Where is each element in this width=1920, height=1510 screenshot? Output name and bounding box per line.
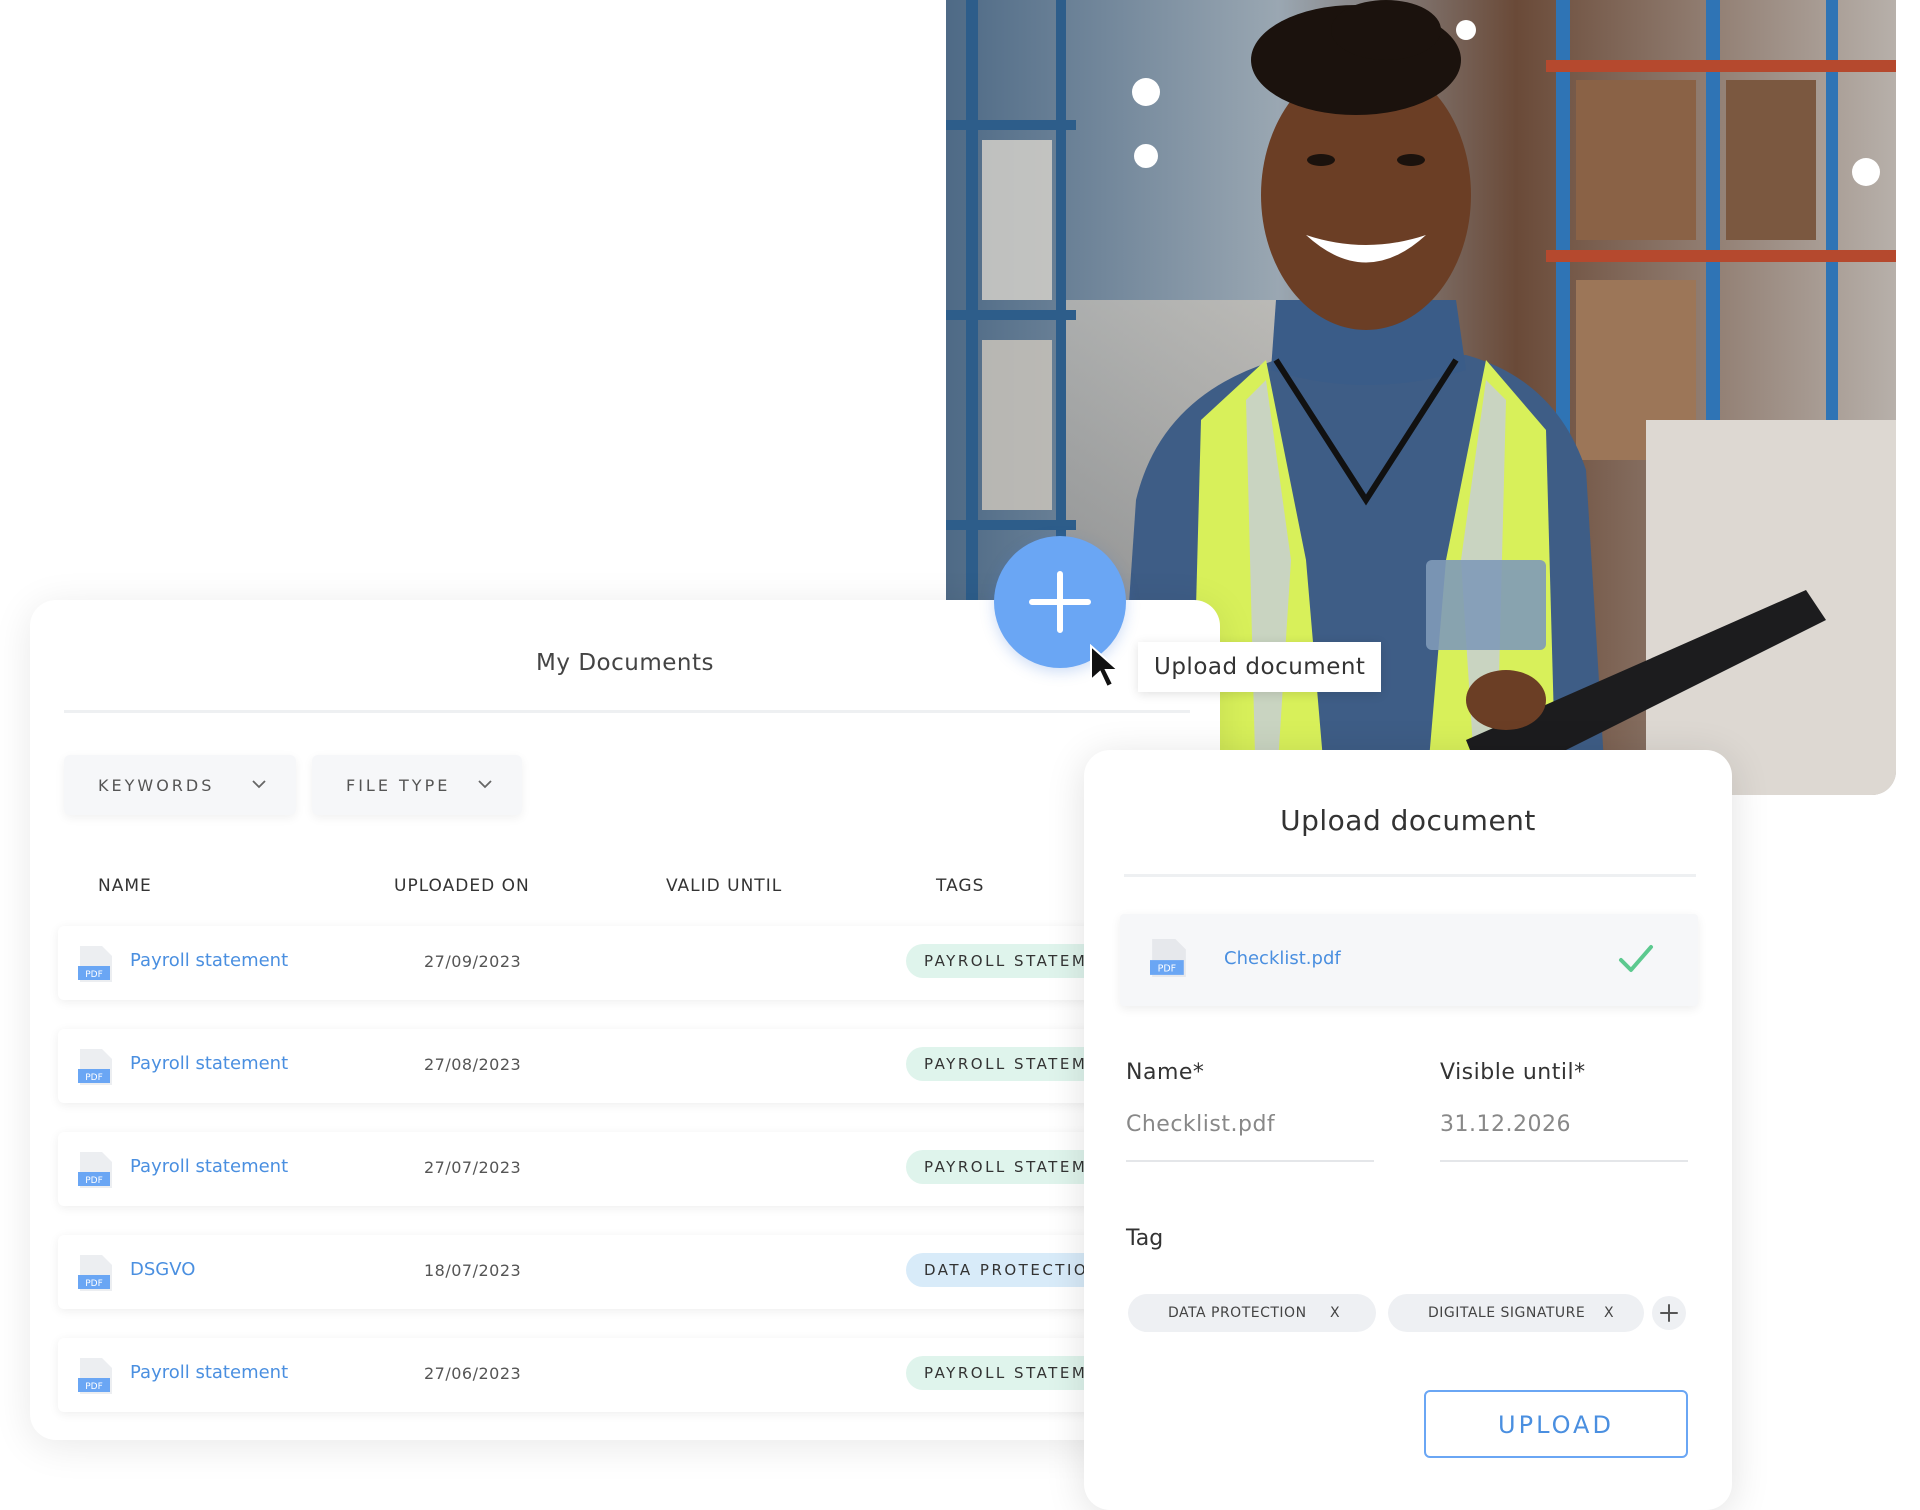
name-field-label: Name* [1126, 1060, 1205, 1085]
uploaded-date: 27/09/2023 [424, 952, 522, 971]
upload-document-dialog: Upload document PDF Checklist.pdf Name* … [1084, 750, 1732, 1510]
pdf-badge-text: PDF [85, 1073, 103, 1083]
pdf-file-icon: PDF [78, 1358, 112, 1394]
document-name-link[interactable]: Payroll statement [130, 1053, 288, 1074]
pdf-file-icon: PDF [1150, 939, 1186, 977]
tag-chip-label: DIGITALE SIGNATURE [1428, 1305, 1586, 1321]
table-row[interactable]: PDF Payroll statement 27/06/2023 PAYROLL… [58, 1338, 1131, 1412]
pdf-file-icon: PDF [78, 1255, 112, 1291]
upload-button[interactable]: UPLOAD [1424, 1390, 1688, 1458]
column-header-uploaded-on[interactable]: UPLOADED ON [394, 876, 530, 896]
uploaded-date: 27/08/2023 [424, 1055, 522, 1074]
tag-chip-digitale-signature: DIGITALE SIGNATURE X [1388, 1294, 1644, 1332]
file-type-filter-dropdown[interactable]: FILE TYPE [312, 755, 522, 815]
uploaded-date: 18/07/2023 [424, 1261, 522, 1280]
table-row[interactable]: PDF DSGVO 18/07/2023 DATA PROTECTION [58, 1235, 1120, 1309]
pdf-file-icon: PDF [78, 1049, 112, 1085]
tag-chip-data-protection: DATA PROTECTION X [1128, 1294, 1376, 1332]
checkmark-icon [1619, 945, 1653, 972]
tag-chip-label: DATA PROTECTION [1168, 1305, 1307, 1321]
table-row[interactable]: PDF Payroll statement 27/08/2023 PAYROLL… [58, 1029, 1131, 1103]
uploaded-date: 27/07/2023 [424, 1158, 522, 1177]
upload-document-tooltip: Upload document [1138, 642, 1382, 692]
pdf-badge-text: PDF [85, 1176, 103, 1186]
table-row[interactable]: PDF Payroll statement 27/07/2023 PAYROLL… [58, 1132, 1131, 1206]
chevron-down-icon [478, 780, 492, 789]
upload-divider [1124, 874, 1696, 877]
uploaded-file-name[interactable]: Checklist.pdf [1224, 948, 1341, 969]
table-row[interactable]: PDF Payroll statement 27/09/2023 PAYROLL… [58, 926, 1131, 1000]
visible-until-field[interactable]: 31.12.2026 [1440, 1112, 1571, 1137]
plus-icon [1029, 571, 1091, 633]
document-name-link[interactable]: Payroll statement [130, 950, 288, 971]
tag-field-label: Tag [1126, 1226, 1164, 1251]
keywords-filter-label: KEYWORDS [98, 775, 215, 795]
pdf-file-icon: PDF [78, 1152, 112, 1188]
plus-icon [1660, 1304, 1678, 1322]
docs-divider [64, 710, 1190, 713]
visible-until-field-underline [1440, 1160, 1688, 1162]
visible-until-field-label: Visible until* [1440, 1060, 1586, 1085]
column-header-name[interactable]: NAME [98, 876, 152, 896]
chevron-down-icon [252, 780, 266, 789]
document-name-link[interactable]: DSGVO [130, 1259, 195, 1280]
my-documents-card: My Documents KEYWORDS FILE TYPE NAME UPL… [30, 600, 1220, 1440]
name-field[interactable]: Checklist.pdf [1126, 1112, 1275, 1137]
pdf-badge-text: PDF [1158, 964, 1177, 975]
remove-tag-button[interactable]: X [1604, 1294, 1614, 1332]
add-tag-button[interactable] [1652, 1296, 1686, 1330]
pdf-badge-text: PDF [85, 1382, 103, 1392]
document-name-link[interactable]: Payroll statement [130, 1156, 288, 1177]
pdf-badge-text: PDF [85, 970, 103, 980]
file-type-filter-label: FILE TYPE [346, 775, 451, 795]
uploaded-date: 27/06/2023 [424, 1364, 522, 1383]
pdf-badge-text: PDF [85, 1279, 103, 1289]
column-header-valid-until[interactable]: VALID UNTIL [666, 876, 782, 896]
column-header-tags[interactable]: TAGS [936, 876, 984, 896]
upload-dialog-title: Upload document [1280, 804, 1536, 837]
mouse-pointer-icon [1090, 644, 1121, 689]
pdf-file-icon: PDF [78, 946, 112, 982]
name-field-underline [1126, 1160, 1374, 1162]
document-name-link[interactable]: Payroll statement [130, 1362, 288, 1383]
remove-tag-button[interactable]: X [1330, 1294, 1340, 1332]
uploaded-file-item[interactable]: PDF Checklist.pdf [1120, 914, 1698, 1006]
keywords-filter-dropdown[interactable]: KEYWORDS [64, 755, 296, 815]
